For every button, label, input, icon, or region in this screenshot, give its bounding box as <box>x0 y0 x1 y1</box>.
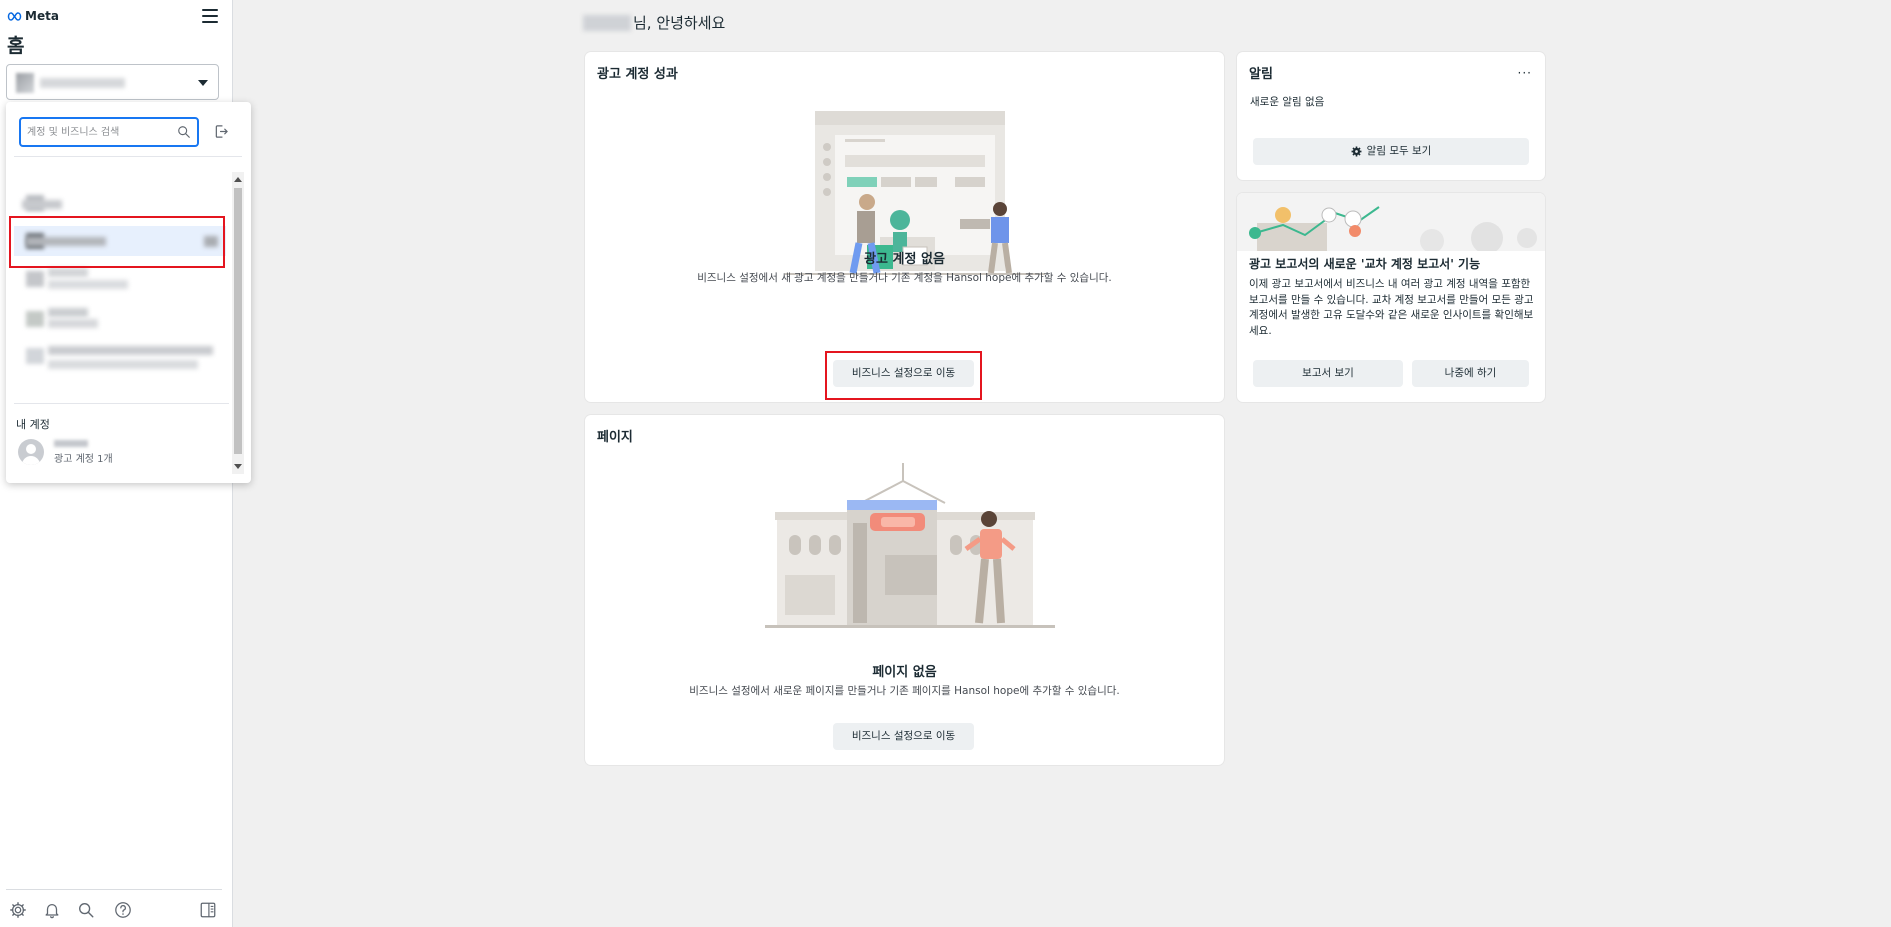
brand-name: Meta <box>25 9 59 23</box>
view-all-label: 알림 모두 보기 <box>1366 145 1432 157</box>
account-selector[interactable] <box>6 64 219 100</box>
empty-state-title: 페이지 없음 <box>872 665 937 680</box>
go-to-business-settings-button[interactable]: 비즈니스 설정으로 이동 <box>833 360 974 387</box>
meta-infinity-icon <box>7 11 22 21</box>
promo-title: 광고 보고서의 새로운 '교차 계정 보고서' 기능 <box>1249 257 1481 271</box>
account-list <box>6 164 234 404</box>
my-account-label: 내 계정 <box>16 418 50 431</box>
card-title: 알림 <box>1249 67 1273 82</box>
caret-down-icon <box>198 80 208 86</box>
promo-banner <box>1237 193 1545 251</box>
view-all-notifications-button[interactable]: 알림 모두 보기 <box>1253 138 1529 165</box>
account-search[interactable] <box>19 117 199 147</box>
account-avatar <box>16 73 34 93</box>
more-options-icon[interactable]: ··· <box>1518 66 1532 80</box>
scrollbar[interactable] <box>232 172 244 474</box>
avatar <box>18 439 44 465</box>
my-account-item[interactable]: 광고 계정 1개 <box>18 437 218 467</box>
ad-performance-card: 광고 계정 성과 광고 계정 없음 비즈니스 설정에서 새 광고 계정을 만들거… <box>585 52 1224 402</box>
account-name-redacted <box>22 200 62 209</box>
account-avatar <box>26 348 44 364</box>
greeting: 님, 안녕하세요 <box>583 12 725 33</box>
divider <box>14 156 242 157</box>
list-item[interactable] <box>14 340 226 374</box>
view-report-button[interactable]: 보고서 보기 <box>1253 360 1403 387</box>
greeting-text: 님, 안녕하세요 <box>633 14 726 32</box>
user-name-redacted <box>583 14 631 31</box>
promo-illustration <box>1237 193 1545 251</box>
account-avatar <box>26 271 44 287</box>
menu-icon[interactable] <box>202 8 218 24</box>
ad-account-count: 광고 계정 1개 <box>54 454 113 465</box>
account-name-redacted <box>48 308 88 317</box>
account-badge-redacted <box>204 236 218 247</box>
pages-empty-title-wrap: 페이지 없음 <box>585 661 1224 680</box>
list-item[interactable] <box>14 264 226 294</box>
account-avatar <box>26 311 44 327</box>
account-search-input[interactable] <box>27 124 167 140</box>
pages-empty-desc-wrap: 비즈니스 설정에서 새로운 페이지를 만들거나 기존 페이지를 Hansol h… <box>585 683 1224 698</box>
scrollbar-thumb[interactable] <box>234 188 242 454</box>
notifications-card: 알림 ··· 새로운 알림 없음 알림 모두 보기 <box>1237 52 1545 180</box>
card-title: 광고 계정 성과 <box>597 67 678 82</box>
list-item-selected[interactable] <box>14 226 226 256</box>
meta-logo[interactable]: Meta <box>7 9 59 23</box>
pages-empty-illustration <box>765 463 1055 628</box>
later-button[interactable]: 나중에 하기 <box>1412 360 1529 387</box>
pages-card: 페이지 페이지 없음 비즈니스 설정에서 새로운 페이지를 만들거나 기존 페이… <box>585 415 1224 765</box>
notifications-empty-text: 새로운 알림 없음 <box>1250 96 1325 108</box>
account-name-redacted <box>48 268 88 277</box>
divider <box>14 403 229 404</box>
account-name-redacted <box>48 346 213 355</box>
promo-description: 이제 광고 보고서에서 비즈니스 내 여러 광고 계정 내역을 포함한 보고서를… <box>1249 278 1534 337</box>
bell-icon[interactable] <box>43 901 61 919</box>
account-name-redacted <box>26 237 106 246</box>
divider <box>6 889 222 890</box>
search-icon <box>178 126 190 138</box>
cross-account-report-card: 광고 보고서의 새로운 '교차 계정 보고서' 기능 이제 광고 보고서에서 비… <box>1237 193 1545 402</box>
go-to-business-settings-button[interactable]: 비즈니스 설정으로 이동 <box>833 723 974 750</box>
empty-state-title: 광고 계정 없음 <box>864 252 945 267</box>
account-name-redacted <box>54 440 88 447</box>
list-item[interactable] <box>14 190 226 218</box>
account-id-redacted <box>48 360 198 369</box>
help-icon[interactable] <box>114 901 132 919</box>
scroll-up-icon[interactable] <box>234 177 242 182</box>
scroll-down-icon[interactable] <box>234 464 242 469</box>
ad-empty-title-wrap: 광고 계정 없음 <box>585 248 1224 267</box>
exit-icon[interactable] <box>214 124 229 139</box>
list-item[interactable] <box>14 302 226 332</box>
gear-icon <box>1351 146 1362 157</box>
ad-empty-desc-wrap: 비즈니스 설정에서 새 광고 계정을 만들거나 기존 계정을 Hansol ho… <box>585 270 1224 285</box>
settings-icon[interactable] <box>9 901 27 919</box>
account-name-redacted <box>40 78 125 88</box>
empty-state-description: 비즈니스 설정에서 새로운 페이지를 만들거나 기존 페이지를 Hansol h… <box>689 685 1120 697</box>
page-title: 홈 <box>7 35 25 57</box>
account-dropdown: 내 계정 광고 계정 1개 <box>6 102 251 483</box>
card-title: 페이지 <box>597 430 633 445</box>
account-id-redacted <box>48 319 98 328</box>
empty-state-description: 비즈니스 설정에서 새 광고 계정을 만들거나 기존 계정을 Hansol ho… <box>697 272 1112 284</box>
panel-toggle-icon[interactable] <box>199 901 217 919</box>
account-id-redacted <box>48 280 128 289</box>
search-icon[interactable] <box>77 901 95 919</box>
